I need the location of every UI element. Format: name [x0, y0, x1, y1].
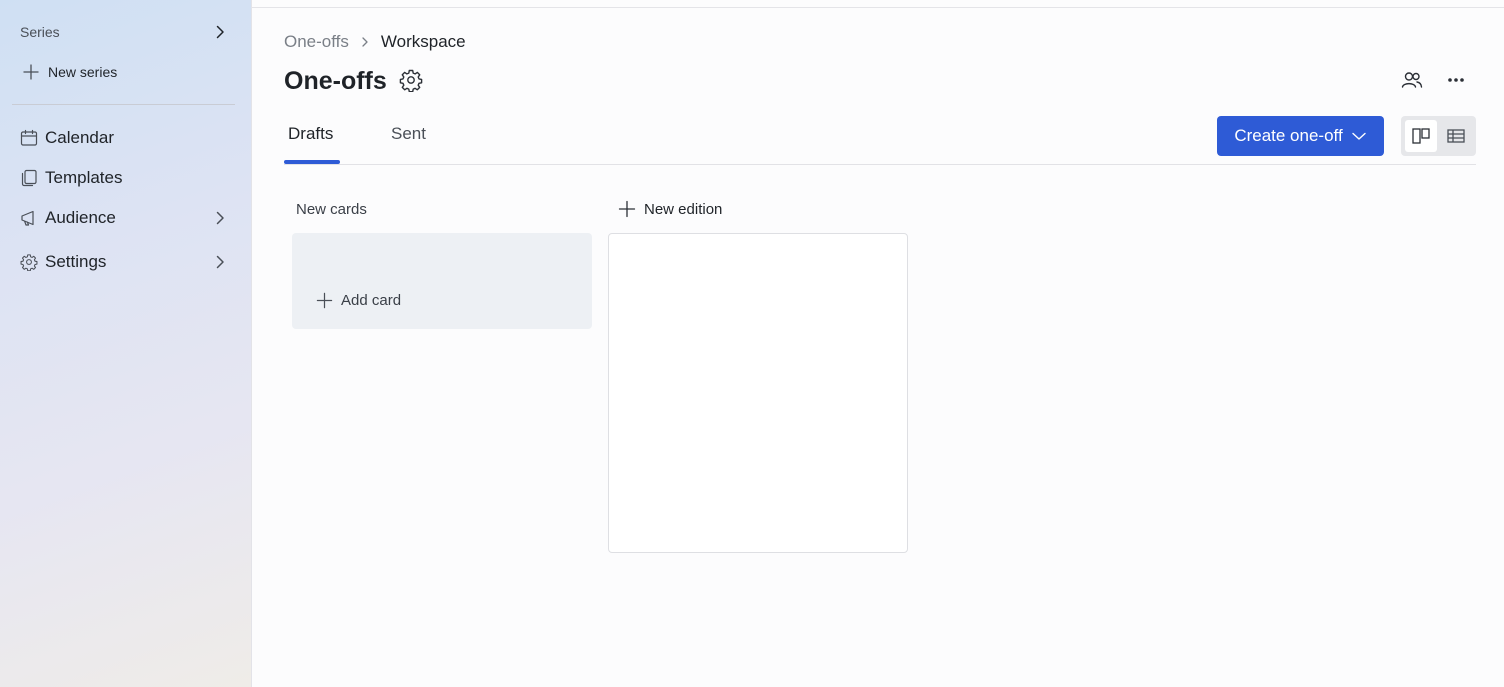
column-title: New cards — [296, 201, 367, 218]
new-series-button[interactable]: New series — [0, 54, 252, 90]
sidebar-series-header[interactable]: Series — [0, 14, 252, 50]
table-view-icon — [1446, 126, 1466, 146]
sidebar-item-audience[interactable]: Audience — [0, 200, 252, 236]
chevron-right-icon — [212, 210, 228, 226]
chevron-right-icon — [359, 36, 371, 48]
create-one-off-button[interactable]: Create one-off — [1217, 116, 1384, 156]
sidebar-series-label: Series — [20, 24, 60, 40]
plus-icon — [23, 64, 39, 80]
new-edition-button[interactable]: New edition — [618, 198, 722, 220]
table-view-button[interactable] — [1441, 120, 1473, 152]
page-title: One-offs — [284, 67, 387, 95]
plus-icon — [618, 200, 636, 218]
sidebar-item-templates[interactable]: Templates — [0, 160, 252, 196]
users-icon — [1401, 69, 1423, 91]
new-edition-label: New edition — [644, 200, 723, 218]
top-divider — [252, 7, 1504, 8]
board-view-icon — [1411, 126, 1431, 146]
new-cards-column — [292, 233, 592, 329]
add-card-label: Add card — [341, 291, 402, 309]
more-options-button[interactable] — [1442, 66, 1470, 94]
sidebar-item-label: Calendar — [45, 128, 114, 147]
add-card-button[interactable]: Add card — [316, 289, 401, 311]
view-toggle — [1401, 116, 1476, 156]
tab-sent[interactable]: Sent — [391, 124, 426, 148]
sidebar: Series New series Calendar Templates Aud… — [0, 0, 252, 687]
gear-icon — [20, 253, 38, 271]
sidebar-item-calendar[interactable]: Calendar — [0, 120, 252, 156]
new-series-label: New series — [48, 64, 118, 80]
breadcrumb: One-offs Workspace — [284, 31, 466, 53]
tab-drafts[interactable]: Drafts — [288, 124, 333, 148]
sidebar-divider — [12, 104, 235, 105]
create-one-off-label: Create one-off — [1234, 126, 1343, 145]
chevron-right-icon — [212, 24, 228, 40]
sidebar-item-label: Templates — [45, 168, 123, 187]
chevron-down-icon — [1351, 128, 1367, 144]
share-users-button[interactable] — [1398, 66, 1426, 94]
breadcrumb-current: Workspace — [380, 32, 466, 51]
breadcrumb-parent-link[interactable]: One-offs — [284, 32, 349, 52]
more-horizontal-icon — [1446, 70, 1466, 90]
sidebar-item-label: Settings — [45, 252, 107, 271]
board-view-button[interactable] — [1405, 120, 1437, 152]
sidebar-item-label: Audience — [45, 208, 116, 227]
chevron-right-icon — [212, 254, 228, 270]
active-tab-indicator — [284, 160, 340, 164]
sidebar-item-settings[interactable]: Settings — [0, 244, 252, 280]
edition-column — [608, 233, 908, 553]
templates-icon — [20, 169, 38, 187]
gear-icon[interactable] — [399, 68, 423, 93]
calendar-icon — [20, 129, 38, 147]
tabs-divider — [284, 164, 1476, 165]
plus-icon — [316, 292, 333, 309]
megaphone-icon — [20, 209, 38, 227]
